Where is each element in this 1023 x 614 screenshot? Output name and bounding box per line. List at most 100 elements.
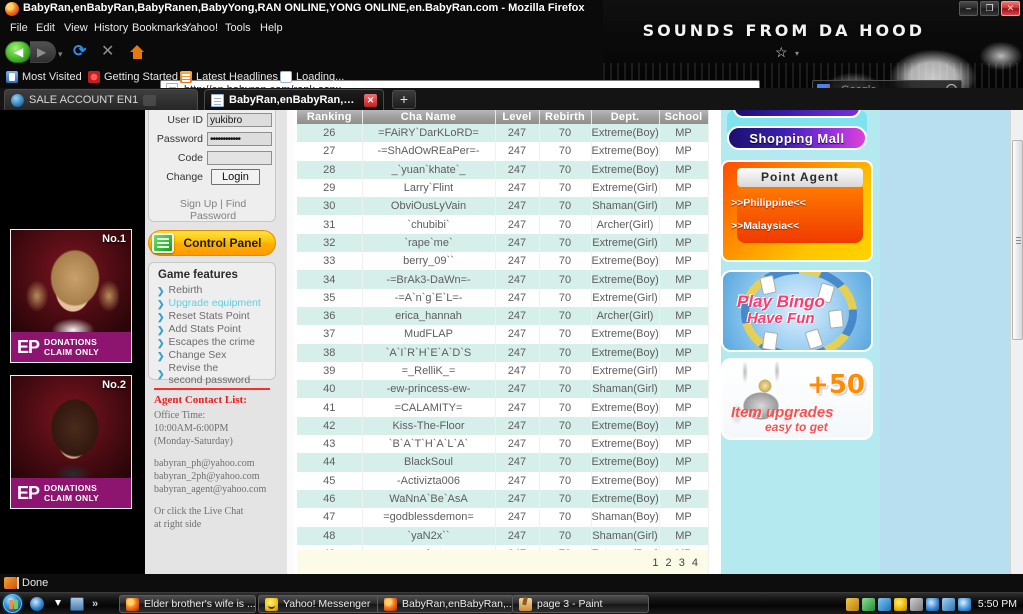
maximize-button[interactable]: ❐ xyxy=(980,1,999,16)
menu-file[interactable]: File xyxy=(6,21,32,35)
table-row[interactable]: 34 -=BrAk3-DaWn=- 247 70 Extreme(Boy) MP xyxy=(297,270,709,289)
menu-tools[interactable]: Tools xyxy=(221,21,255,35)
table-row[interactable]: 30 ObviOusLyVain 247 70 Shaman(Girl) MP xyxy=(297,197,709,216)
table-row[interactable]: 36 erica_hannah 247 70 Archer(Girl) MP xyxy=(297,306,709,326)
table-row[interactable]: 32 `rape`me` 247 70 Extreme(Girl) MP xyxy=(297,233,709,253)
column-header-rebirth[interactable]: Rebirth xyxy=(539,110,592,124)
pagination[interactable]: 1 2 3 4 xyxy=(652,557,700,569)
table-row[interactable]: 43 `B`A`T`H`A`L`A` 247 70 Extreme(Boy) MP xyxy=(297,435,709,454)
item-upgrades-banner[interactable]: +50 Item upgrades easy to get xyxy=(721,358,873,440)
shopping-mall-banner[interactable]: Shopping Mall xyxy=(727,110,867,152)
table-row[interactable]: 42 Kiss-The-Floor 247 70 Extreme(Boy) MP xyxy=(297,416,709,436)
table-row[interactable]: 40 -ew-princess-ew- 247 70 Shaman(Girl) MP xyxy=(297,380,709,399)
tray-icon-3[interactable] xyxy=(877,597,891,611)
game-feature-change-sex[interactable]: ❯ Change Sex xyxy=(157,349,226,362)
minimize-button[interactable]: – xyxy=(959,1,978,16)
menu-yahoo[interactable]: Yahoo! xyxy=(180,21,222,35)
menu-help[interactable]: Help xyxy=(256,21,287,35)
game-feature-reset-stats-point[interactable]: ❯ Reset Stats Point xyxy=(157,310,250,323)
tray-icon-5[interactable] xyxy=(909,597,923,611)
taskbar-button-yahoo-messenger[interactable]: Yahoo! Messenger xyxy=(258,595,395,613)
point-agent-link-philippine[interactable]: >>Philippine<< xyxy=(731,197,806,209)
menu-view[interactable]: View xyxy=(60,21,92,35)
menu-edit[interactable]: Edit xyxy=(32,21,59,35)
ep-donation-card-1[interactable]: No.1 EP DONATIONS CLAIM ONLY xyxy=(10,229,132,363)
agent-contact-email[interactable]: babyran_agent@yahoo.com xyxy=(154,484,266,495)
shopping-mall-pill[interactable]: Shopping Mall xyxy=(727,126,867,150)
table-row[interactable]: 47 =godblessdemon= 247 70 Shaman(Boy) MP xyxy=(297,508,709,527)
table-row[interactable]: 29 Larry`Flint 247 70 Extreme(Girl) MP xyxy=(297,178,709,198)
tray-icon-8[interactable] xyxy=(957,597,971,611)
table-row[interactable]: 46 WaNnA`Be`AsA 247 70 Extreme(Boy) MP xyxy=(297,489,709,509)
bookmark-getting-started[interactable]: Getting Started xyxy=(88,71,178,83)
bookmark-latest-headlines[interactable]: Latest Headlines xyxy=(180,71,278,83)
table-row[interactable]: 39 =_RelliK_= 247 70 Extreme(Girl) MP xyxy=(297,361,709,381)
column-header-dept[interactable]: Dept. xyxy=(591,110,660,124)
tab-close-icon[interactable] xyxy=(143,94,157,106)
start-button[interactable] xyxy=(3,594,22,613)
tab-babyran[interactable]: BabyRan,enBabyRan,BabyRanen,... ✕ xyxy=(204,89,384,110)
bookmark-star-icon[interactable]: ☆ xyxy=(775,45,788,59)
password-input[interactable] xyxy=(207,132,272,146)
game-feature-revise-second-password[interactable]: ❯ Revise the second password xyxy=(157,362,250,386)
quicklaunch-show-desktop-icon[interactable] xyxy=(70,597,84,611)
table-row[interactable]: 26 =FAiRY`DarKLoRD= 247 70 Extreme(Boy) MP xyxy=(297,124,709,143)
play-bingo-banner[interactable]: Play Bingo Have Fun xyxy=(721,270,873,352)
forward-button[interactable]: ▶ xyxy=(30,41,56,63)
menu-history[interactable]: History xyxy=(90,21,132,35)
change-label[interactable]: Change xyxy=(155,171,203,183)
table-row[interactable]: 38 `A`I`R`H`E`A`D`S 247 70 Extreme(Boy) MP xyxy=(297,343,709,362)
close-icon[interactable]: ✕ xyxy=(364,93,377,107)
control-panel-button[interactable]: Control Panel xyxy=(148,230,276,256)
back-button[interactable]: ◀ xyxy=(5,41,31,63)
table-row[interactable]: 44 BlackSoul 247 70 Extreme(Boy) MP xyxy=(297,453,709,472)
table-row[interactable]: 31 `chubibi` 247 70 Archer(Girl) MP xyxy=(297,215,709,234)
tray-icon-2[interactable] xyxy=(861,597,875,611)
column-header-school[interactable]: School xyxy=(659,110,709,124)
tray-icon-yahoo[interactable] xyxy=(893,597,907,611)
game-feature-escapes-the-crime[interactable]: ❯ Escapes the crime xyxy=(157,336,255,349)
table-row[interactable]: 41 =CALAMITY= 247 70 Extreme(Boy) MP xyxy=(297,398,709,417)
home-icon[interactable] xyxy=(130,45,145,59)
agent-contact-email[interactable]: babyran_ph@yahoo.com xyxy=(154,458,255,469)
agent-contact-email[interactable]: babyran_2ph@yahoo.com xyxy=(154,471,260,482)
code-input[interactable] xyxy=(207,151,272,165)
bookmark-loading[interactable]: Loading... xyxy=(280,71,344,83)
tab-sale-account-en1[interactable]: SALE ACCOUNT EN1 xyxy=(4,89,198,110)
scrollbar-thumb[interactable] xyxy=(1012,140,1023,340)
taskbar-button-elder-brother[interactable]: Elder brother's wife is ... xyxy=(119,595,256,613)
table-row[interactable]: 33 berry_09`` 247 70 Extreme(Boy) MP xyxy=(297,252,709,271)
tray-icon-7[interactable] xyxy=(941,597,955,611)
column-header-cha-name[interactable]: Cha Name xyxy=(362,110,496,124)
table-row[interactable]: 28 _`yuan`khate`_ 247 70 Extreme(Boy) MP xyxy=(297,160,709,179)
tray-icon-1[interactable] xyxy=(845,597,859,611)
game-feature-rebirth[interactable]: ❯ Rebirth xyxy=(157,284,202,297)
signup-findpassword-links[interactable]: Sign Up | Find Password xyxy=(157,198,269,222)
point-agent-link-malaysia[interactable]: >>Malaysia<< xyxy=(731,220,799,232)
bookmark-most-visited[interactable]: Most Visited xyxy=(6,71,82,83)
column-header-level[interactable]: Level xyxy=(495,110,540,124)
game-feature-add-stats-point[interactable]: ❯ Add Stats Point xyxy=(157,323,241,336)
quicklaunch-overflow-icon[interactable]: » xyxy=(92,598,98,610)
taskbar-button-paint[interactable]: page 3 - Paint xyxy=(512,595,649,613)
table-row[interactable]: 27 -=ShAdOwREaPer=- 247 70 Extreme(Boy) MP xyxy=(297,142,709,161)
table-row[interactable]: 48 `yaN2x`` 247 70 Shaman(Girl) MP xyxy=(297,526,709,545)
table-row[interactable]: 37 MudFLAP 247 70 Extreme(Boy) MP xyxy=(297,325,709,344)
bookmark-chevron-down-icon[interactable]: ▾ xyxy=(795,49,799,58)
new-tab-button[interactable]: + xyxy=(392,90,416,109)
column-header-ranking[interactable]: Ranking xyxy=(297,110,363,124)
close-button[interactable]: ✕ xyxy=(1001,1,1020,16)
table-row[interactable]: 35 -=A`n`g`E`L=- 247 70 Extreme(Girl) MP xyxy=(297,288,709,307)
userid-input[interactable] xyxy=(207,113,272,127)
reload-icon[interactable]: ⟳ xyxy=(73,44,86,60)
quicklaunch-internet-explorer-icon[interactable] xyxy=(30,597,44,611)
table-row[interactable]: 45 -Activizta006 247 70 Extreme(Boy) MP xyxy=(297,471,709,490)
taskbar-clock[interactable]: 5:50 PM xyxy=(978,598,1017,610)
stop-icon[interactable]: ✕ xyxy=(101,44,114,60)
page-scrollbar[interactable] xyxy=(1010,110,1023,574)
tray-icon-download[interactable] xyxy=(925,597,939,611)
taskbar-button-babyran[interactable]: BabyRan,enBabyRan,... xyxy=(377,595,514,613)
login-button[interactable]: Login xyxy=(211,169,260,185)
chevron-down-icon[interactable]: ▾ xyxy=(58,49,63,60)
game-feature-upgrade-equipment[interactable]: ❯ Upgrade equipment xyxy=(157,297,261,310)
